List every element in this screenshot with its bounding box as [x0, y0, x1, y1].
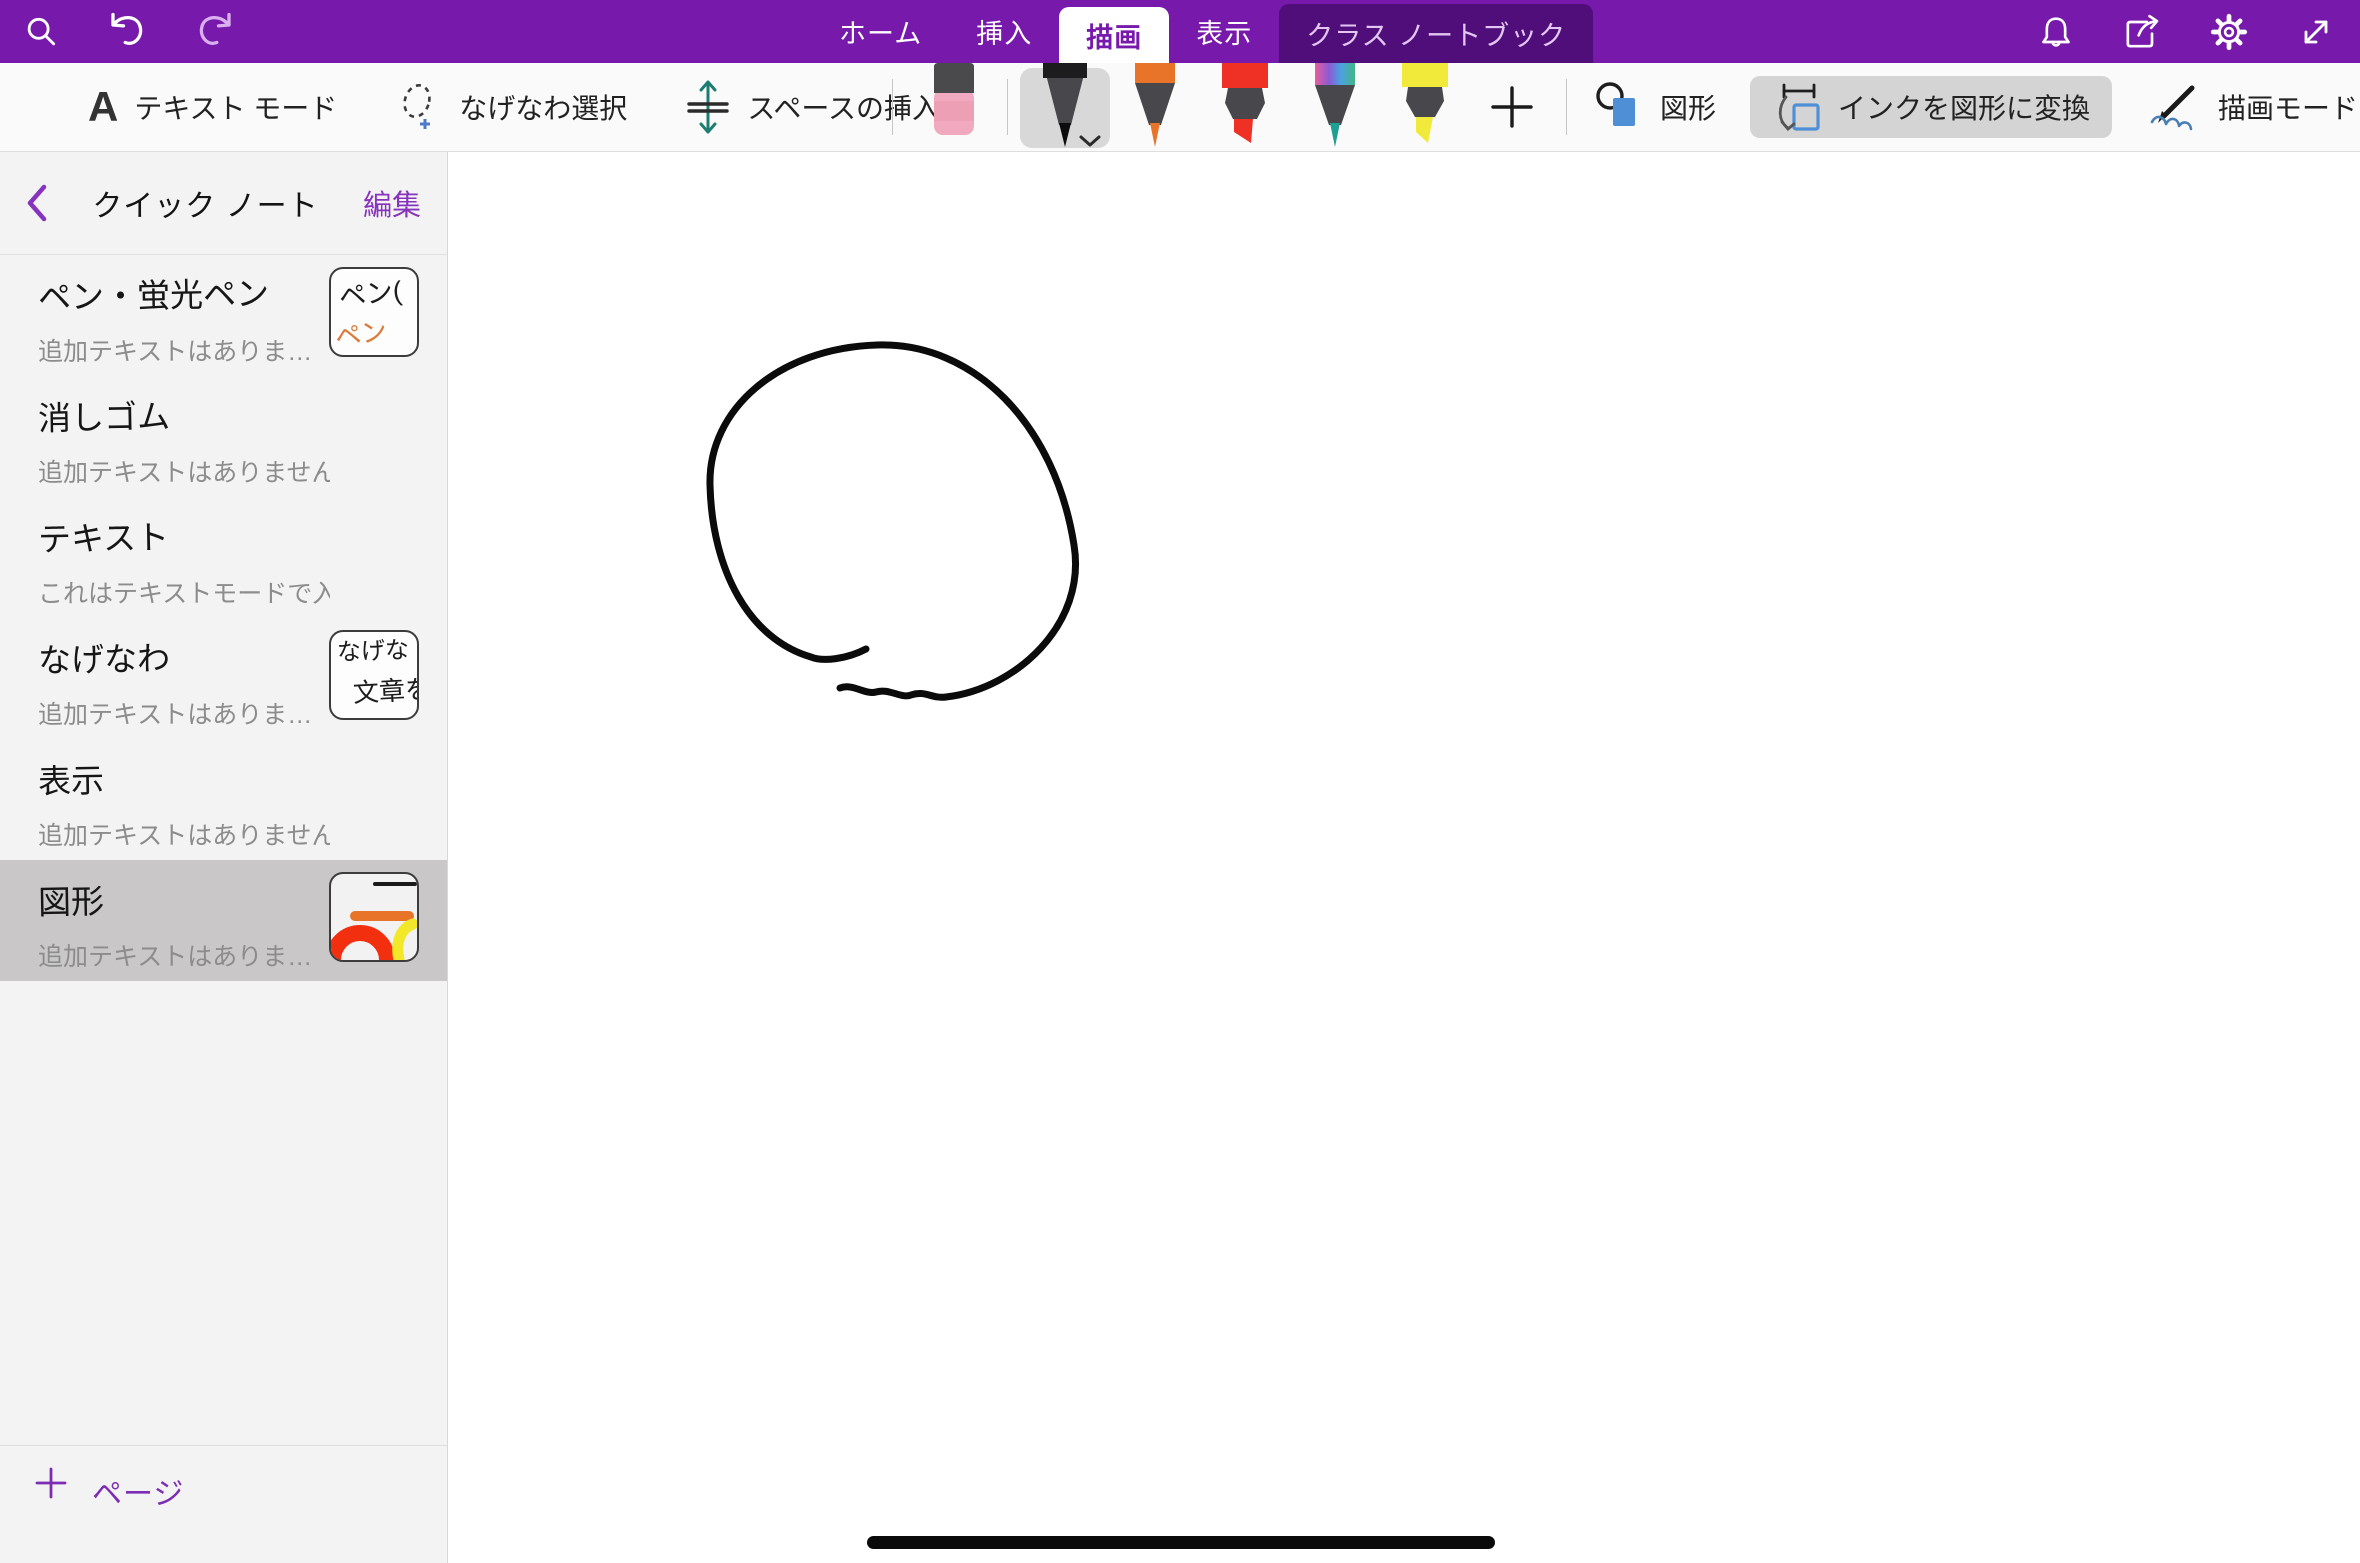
thumb-ink-text: 文章を: [352, 676, 419, 706]
red-highlighter-icon: [1217, 63, 1273, 149]
insert-space-icon: [685, 79, 731, 135]
undo-icon: [106, 11, 148, 53]
page-subtitle: 追加テキストはありません: [38, 816, 330, 852]
toolbar-right-group: 図形 インクを図形に変換 描画モード: [1594, 63, 2358, 151]
page-subtitle: 追加テキストはありま…: [38, 332, 330, 368]
pen-options-chevron-icon: [1078, 134, 1102, 148]
sidebar-header: クイック ノート 編集: [0, 152, 447, 255]
thumb-ink-text: ペン(: [338, 278, 403, 311]
pen-divider: [1007, 79, 1008, 135]
page-thumbnail: [329, 872, 419, 962]
page-item-pen-highlighter[interactable]: ペン・蛍光ペン 追加テキストはありま… ペン( ペン: [0, 255, 447, 376]
page-sidebar: クイック ノート 編集 ペン・蛍光ペン 追加テキストはありま… ペン( ペン 消…: [0, 152, 448, 1563]
black-pen-tool[interactable]: [1020, 63, 1110, 151]
page-thumbnail: ペン( ペン: [329, 267, 419, 357]
add-pen-plus-icon: [1489, 84, 1535, 130]
back-button[interactable]: [26, 184, 48, 222]
ink-circle-drawing: [449, 152, 2360, 1563]
draw-mode-icon: [2146, 82, 2202, 132]
draw-mode-label: 描画モード: [2218, 87, 2358, 127]
notifications-button[interactable]: [2036, 12, 2076, 52]
thumb-ink-text: なげな: [337, 639, 410, 665]
page-subtitle: 追加テキストはありま…: [38, 695, 330, 731]
shapes-label: 図形: [1660, 87, 1716, 127]
share-button[interactable]: [2122, 12, 2162, 52]
draw-toolbar: A テキスト モード なげなわ選択 スペースの挿: [0, 63, 2360, 152]
page-thumbnail: なげな 文章を: [329, 630, 419, 720]
yellow-highlighter-icon: [1397, 63, 1453, 149]
red-highlighter-tool[interactable]: [1200, 63, 1290, 151]
convert-ink-icon: [1772, 81, 1824, 133]
yellow-highlighter-tool[interactable]: [1380, 63, 1470, 151]
add-page-label: ページ: [92, 1466, 184, 1513]
chevron-left-icon: [26, 184, 48, 222]
rainbow-pen-tool[interactable]: [1290, 63, 1380, 151]
page-title: テキスト: [38, 506, 448, 561]
notebook-title: クイック ノート: [48, 181, 363, 225]
bell-icon: [2036, 12, 2076, 52]
lasso-select-button[interactable]: なげなわ選択: [395, 81, 627, 133]
rainbow-pen-icon: [1307, 63, 1363, 149]
fullscreen-button[interactable]: [2296, 12, 2336, 52]
page-subtitle: 追加テキストはありません: [38, 453, 330, 489]
pen-tray: [912, 63, 1554, 151]
shapes-icon: [1594, 81, 1644, 133]
note-canvas[interactable]: [449, 152, 2360, 1563]
tab-insert[interactable]: 挿入: [949, 0, 1059, 63]
convert-ink-to-shape-button[interactable]: インクを図形に変換: [1750, 76, 2112, 138]
search-icon: [22, 13, 60, 51]
lasso-icon: [395, 81, 443, 133]
topbar-right-icons: [2036, 0, 2336, 63]
orange-pen-tool[interactable]: [1110, 63, 1200, 151]
page-item-lasso[interactable]: なげなわ 追加テキストはありま… なげな 文章を: [0, 618, 447, 739]
edit-button[interactable]: 編集: [363, 182, 421, 224]
text-mode-label: テキスト モード: [134, 87, 337, 127]
add-page-button[interactable]: ページ: [0, 1445, 447, 1563]
search-button[interactable]: [22, 13, 60, 51]
top-bar: ホーム 挿入 描画 表示 クラス ノートブック: [0, 0, 2360, 63]
toolbar-divider: [1566, 79, 1567, 135]
page-title: 消しゴム: [38, 385, 448, 440]
page-subtitle: これはテキストモードで入力し…: [38, 574, 330, 610]
tab-home[interactable]: ホーム: [812, 0, 949, 63]
convert-ink-label: インクを図形に変換: [1838, 87, 2090, 127]
eraser-icon: [931, 63, 977, 137]
redo-icon: [194, 11, 236, 53]
tab-class-notebook[interactable]: クラス ノートブック: [1279, 4, 1593, 63]
lasso-label: なげなわ選択: [459, 87, 627, 127]
draw-mode-button[interactable]: 描画モード: [2146, 82, 2358, 132]
page-item-eraser[interactable]: 消しゴム 追加テキストはありません: [0, 376, 447, 497]
insert-space-button[interactable]: スペースの挿入: [685, 79, 940, 135]
settings-button[interactable]: [2208, 11, 2250, 53]
page-title: 表示: [38, 748, 448, 803]
page-item-view[interactable]: 表示 追加テキストはありません: [0, 739, 447, 860]
gear-icon: [2208, 11, 2250, 53]
share-icon: [2122, 12, 2162, 52]
text-mode-button[interactable]: A テキスト モード: [88, 86, 337, 128]
page-item-text[interactable]: テキスト これはテキストモードで入力し…: [0, 497, 447, 618]
thumb-shapes-ink: [331, 874, 417, 960]
page-item-shapes[interactable]: 図形 追加テキストはありま…: [0, 860, 447, 981]
tab-draw[interactable]: 描画: [1059, 7, 1169, 63]
text-mode-icon: A: [88, 86, 118, 128]
undo-button[interactable]: [106, 11, 148, 53]
toolbar-divider: [892, 79, 893, 135]
redo-button[interactable]: [194, 11, 236, 53]
add-pen-button[interactable]: [1470, 63, 1554, 151]
ribbon-tabs: ホーム 挿入 描画 表示 クラス ノートブック: [812, 0, 1593, 63]
topbar-left-icons: [22, 0, 236, 63]
toolbar-left-group: A テキスト モード なげなわ選択 スペースの挿: [88, 63, 940, 151]
eraser-tool[interactable]: [912, 63, 996, 151]
page-list: ペン・蛍光ペン 追加テキストはありま… ペン( ペン 消しゴム 追加テキストはあ…: [0, 255, 447, 981]
shapes-button[interactable]: 図形: [1594, 81, 1716, 133]
orange-pen-icon: [1127, 63, 1183, 149]
fullscreen-icon: [2296, 12, 2336, 52]
home-indicator[interactable]: [867, 1536, 1495, 1549]
thumb-ink-text: ペン: [333, 318, 388, 351]
onenote-app: ホーム 挿入 描画 表示 クラス ノートブック: [0, 0, 2360, 1563]
page-subtitle: 追加テキストはありま…: [38, 937, 330, 973]
tab-view[interactable]: 表示: [1169, 0, 1279, 63]
add-page-plus-icon: [34, 1466, 68, 1500]
